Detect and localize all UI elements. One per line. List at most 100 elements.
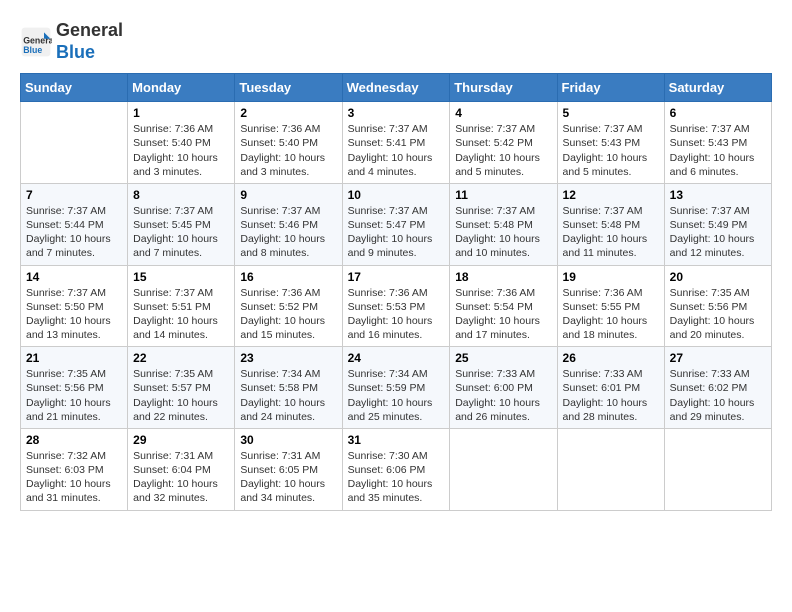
calendar-cell: 13Sunrise: 7:37 AMSunset: 5:49 PMDayligh… (664, 183, 771, 265)
day-number: 23 (240, 351, 336, 365)
calendar-cell (21, 102, 128, 184)
day-number: 6 (670, 106, 766, 120)
calendar-cell: 10 Sunrise: 7:37 AMSunset: 5:47 PMDayligh… (342, 183, 450, 265)
calendar-cell: 8 Sunrise: 7:37 AMSunset: 5:45 PMDaylight… (128, 183, 235, 265)
day-number: 10 (348, 188, 445, 202)
weekday-header-sunday: Sunday (21, 74, 128, 102)
cell-details: Sunrise: 7:33 AMSunset: 6:01 PMDaylight:… (563, 367, 659, 424)
weekday-header-saturday: Saturday (664, 74, 771, 102)
day-number: 7 (26, 188, 122, 202)
cell-details: Sunrise: 7:37 AMSunset: 5:48 PMDaylight:… (455, 204, 551, 261)
cell-details: Sunrise: 7:37 AMSunset: 5:43 PMDaylight:… (563, 122, 659, 179)
calendar-cell: 3 Sunrise: 7:37 AMSunset: 5:41 PMDaylight… (342, 102, 450, 184)
day-number: 24 (348, 351, 445, 365)
calendar-cell: 6 Sunrise: 7:37 AMSunset: 5:43 PMDaylight… (664, 102, 771, 184)
day-number: 19 (563, 270, 659, 284)
weekday-header-friday: Friday (557, 74, 664, 102)
day-number: 13 (670, 188, 766, 202)
calendar-cell: 27Sunrise: 7:33 AMSunset: 6:02 PMDayligh… (664, 347, 771, 429)
calendar-week-2: 7 Sunrise: 7:37 AMSunset: 5:44 PMDaylight… (21, 183, 772, 265)
calendar-cell: 22Sunrise: 7:35 AMSunset: 5:57 PMDayligh… (128, 347, 235, 429)
weekday-header-thursday: Thursday (450, 74, 557, 102)
calendar-week-1: 1 Sunrise: 7:36 AMSunset: 5:40 PMDaylight… (21, 102, 772, 184)
cell-details: Sunrise: 7:37 AMSunset: 5:48 PMDaylight:… (563, 204, 659, 261)
calendar-cell: 11 Sunrise: 7:37 AMSunset: 5:48 PMDayligh… (450, 183, 557, 265)
day-number: 9 (240, 188, 336, 202)
logo: General Blue General Blue (20, 20, 123, 63)
cell-details: Sunrise: 7:37 AMSunset: 5:46 PMDaylight:… (240, 204, 336, 261)
day-number: 31 (348, 433, 445, 447)
cell-details: Sunrise: 7:36 AMSunset: 5:52 PMDaylight:… (240, 286, 336, 343)
calendar-cell: 15 Sunrise: 7:37 AMSunset: 5:51 PMDayligh… (128, 265, 235, 347)
cell-details: Sunrise: 7:37 AMSunset: 5:45 PMDaylight:… (133, 204, 229, 261)
calendar-cell (664, 428, 771, 510)
cell-details: Sunrise: 7:31 AMSunset: 6:05 PMDaylight:… (240, 449, 336, 506)
calendar-week-3: 14 Sunrise: 7:37 AMSunset: 5:50 PMDayligh… (21, 265, 772, 347)
day-number: 29 (133, 433, 229, 447)
cell-details: Sunrise: 7:37 AMSunset: 5:47 PMDaylight:… (348, 204, 445, 261)
day-number: 21 (26, 351, 122, 365)
day-number: 5 (563, 106, 659, 120)
day-number: 14 (26, 270, 122, 284)
day-number: 2 (240, 106, 336, 120)
calendar-cell: 14 Sunrise: 7:37 AMSunset: 5:50 PMDayligh… (21, 265, 128, 347)
cell-details: Sunrise: 7:37 AMSunset: 5:50 PMDaylight:… (26, 286, 122, 343)
calendar-cell: 12 Sunrise: 7:37 AMSunset: 5:48 PMDayligh… (557, 183, 664, 265)
page-header: General Blue General Blue (20, 20, 772, 63)
calendar-cell: 24Sunrise: 7:34 AMSunset: 5:59 PMDayligh… (342, 347, 450, 429)
calendar-cell: 20Sunrise: 7:35 AMSunset: 5:56 PMDayligh… (664, 265, 771, 347)
day-number: 8 (133, 188, 229, 202)
cell-details: Sunrise: 7:33 AMSunset: 6:02 PMDaylight:… (670, 367, 766, 424)
calendar-cell: 5 Sunrise: 7:37 AMSunset: 5:43 PMDaylight… (557, 102, 664, 184)
weekday-header-wednesday: Wednesday (342, 74, 450, 102)
calendar-cell: 31 Sunrise: 7:30 AMSunset: 6:06 PMDayligh… (342, 428, 450, 510)
logo-text: General Blue (56, 20, 123, 63)
calendar-cell: 26 Sunrise: 7:33 AMSunset: 6:01 PMDayligh… (557, 347, 664, 429)
day-number: 4 (455, 106, 551, 120)
cell-details: Sunrise: 7:33 AMSunset: 6:00 PMDaylight:… (455, 367, 551, 424)
cell-details: Sunrise: 7:36 AMSunset: 5:55 PMDaylight:… (563, 286, 659, 343)
calendar-cell: 1 Sunrise: 7:36 AMSunset: 5:40 PMDaylight… (128, 102, 235, 184)
day-number: 16 (240, 270, 336, 284)
cell-details: Sunrise: 7:37 AMSunset: 5:51 PMDaylight:… (133, 286, 229, 343)
cell-details: Sunrise: 7:36 AMSunset: 5:40 PMDaylight:… (133, 122, 229, 179)
cell-details: Sunrise: 7:36 AMSunset: 5:40 PMDaylight:… (240, 122, 336, 179)
cell-details: Sunrise: 7:30 AMSunset: 6:06 PMDaylight:… (348, 449, 445, 506)
calendar-table: SundayMondayTuesdayWednesdayThursdayFrid… (20, 73, 772, 510)
calendar-cell: 9 Sunrise: 7:37 AMSunset: 5:46 PMDaylight… (235, 183, 342, 265)
calendar-week-4: 21 Sunrise: 7:35 AMSunset: 5:56 PMDayligh… (21, 347, 772, 429)
cell-details: Sunrise: 7:37 AMSunset: 5:41 PMDaylight:… (348, 122, 445, 179)
day-number: 18 (455, 270, 551, 284)
cell-details: Sunrise: 7:36 AMSunset: 5:53 PMDaylight:… (348, 286, 445, 343)
cell-details: Sunrise: 7:35 AMSunset: 5:56 PMDaylight:… (26, 367, 122, 424)
calendar-cell: 28Sunrise: 7:32 AMSunset: 6:03 PMDayligh… (21, 428, 128, 510)
cell-details: Sunrise: 7:37 AMSunset: 5:44 PMDaylight:… (26, 204, 122, 261)
logo-icon: General Blue (20, 26, 52, 58)
day-number: 26 (563, 351, 659, 365)
calendar-cell: 29 Sunrise: 7:31 AMSunset: 6:04 PMDayligh… (128, 428, 235, 510)
day-number: 11 (455, 188, 551, 202)
calendar-cell: 2 Sunrise: 7:36 AMSunset: 5:40 PMDaylight… (235, 102, 342, 184)
calendar-cell: 7 Sunrise: 7:37 AMSunset: 5:44 PMDaylight… (21, 183, 128, 265)
cell-details: Sunrise: 7:37 AMSunset: 5:42 PMDaylight:… (455, 122, 551, 179)
calendar-cell: 19 Sunrise: 7:36 AMSunset: 5:55 PMDayligh… (557, 265, 664, 347)
cell-details: Sunrise: 7:31 AMSunset: 6:04 PMDaylight:… (133, 449, 229, 506)
cell-details: Sunrise: 7:34 AMSunset: 5:58 PMDaylight:… (240, 367, 336, 424)
day-number: 1 (133, 106, 229, 120)
day-number: 15 (133, 270, 229, 284)
svg-text:Blue: Blue (23, 45, 42, 55)
calendar-cell: 21 Sunrise: 7:35 AMSunset: 5:56 PMDayligh… (21, 347, 128, 429)
day-number: 17 (348, 270, 445, 284)
calendar-cell: 18 Sunrise: 7:36 AMSunset: 5:54 PMDayligh… (450, 265, 557, 347)
day-number: 25 (455, 351, 551, 365)
day-number: 12 (563, 188, 659, 202)
calendar-cell (557, 428, 664, 510)
day-number: 3 (348, 106, 445, 120)
cell-details: Sunrise: 7:36 AMSunset: 5:54 PMDaylight:… (455, 286, 551, 343)
day-number: 28 (26, 433, 122, 447)
cell-details: Sunrise: 7:37 AMSunset: 5:43 PMDaylight:… (670, 122, 766, 179)
calendar-cell: 30Sunrise: 7:31 AMSunset: 6:05 PMDayligh… (235, 428, 342, 510)
day-number: 22 (133, 351, 229, 365)
calendar-cell (450, 428, 557, 510)
cell-details: Sunrise: 7:35 AMSunset: 5:56 PMDaylight:… (670, 286, 766, 343)
